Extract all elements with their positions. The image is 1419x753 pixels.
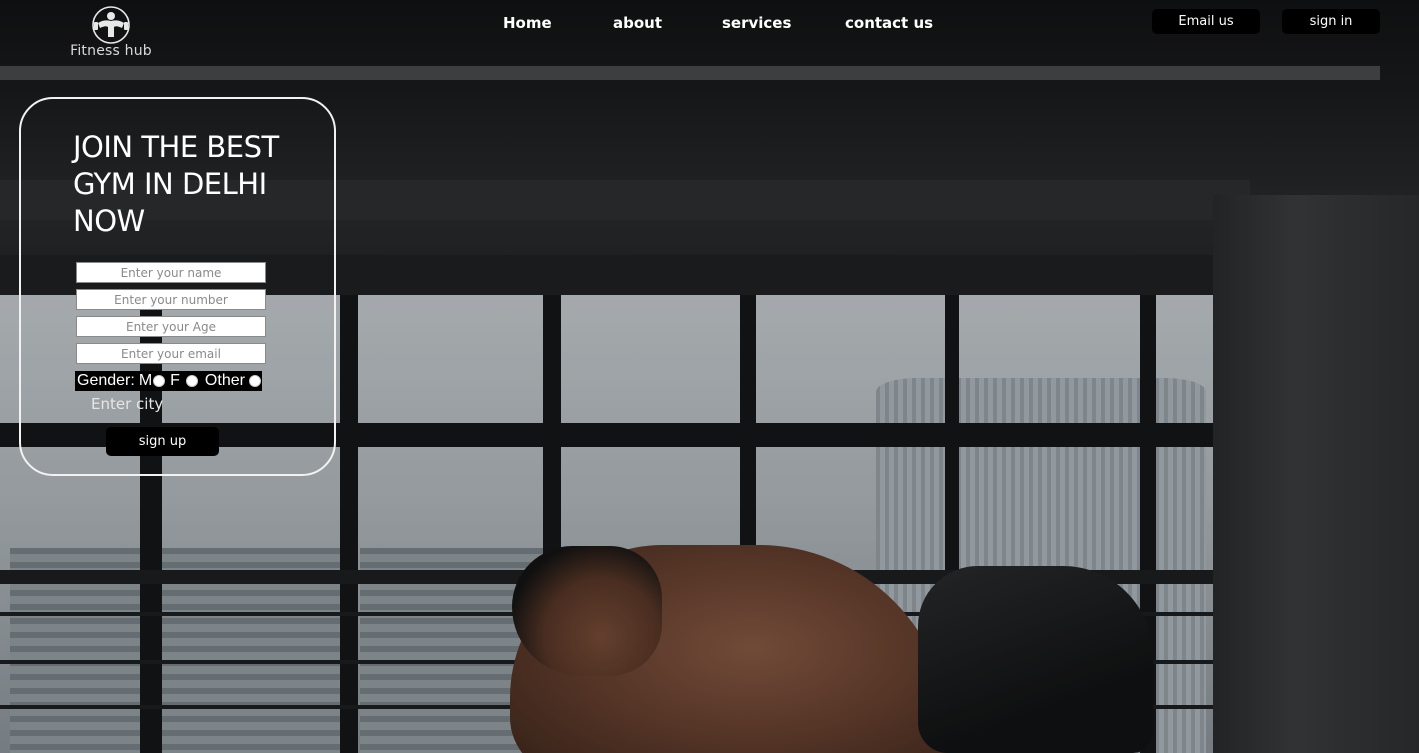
gender-other-radio[interactable] — [248, 375, 261, 387]
city-label[interactable]: Enter city — [91, 395, 163, 413]
signup-card: JOIN THE BEST GYM IN DELHI NOW Gender: M… — [19, 97, 336, 476]
gender-f-radio[interactable] — [185, 375, 198, 387]
gender-option-m-label: M — [138, 372, 153, 389]
nav-about-link[interactable]: about — [613, 14, 662, 32]
gender-label: Gender: — [77, 372, 135, 389]
age-input[interactable] — [76, 316, 266, 337]
email-input[interactable] — [76, 343, 266, 364]
name-input[interactable] — [76, 262, 266, 283]
hero-headline: JOIN THE BEST GYM IN DELHI NOW — [73, 130, 279, 238]
gender-m-radio[interactable] — [153, 375, 166, 387]
sign-in-button[interactable]: sign in — [1282, 9, 1380, 34]
sign-up-button[interactable]: sign up — [106, 427, 219, 456]
brand-name: Fitness hub — [70, 43, 152, 59]
nav-services-link[interactable]: services — [722, 14, 791, 32]
number-input[interactable] — [76, 289, 266, 310]
gender-option-other-label: Other — [204, 372, 245, 389]
nav-contact-link[interactable]: contact us — [845, 14, 933, 32]
gender-selector: Gender: M F Other — [75, 371, 262, 391]
nav-home-link[interactable]: Home — [503, 14, 552, 32]
gender-option-f-label: F — [170, 372, 180, 389]
email-us-button[interactable]: Email us — [1152, 9, 1260, 34]
